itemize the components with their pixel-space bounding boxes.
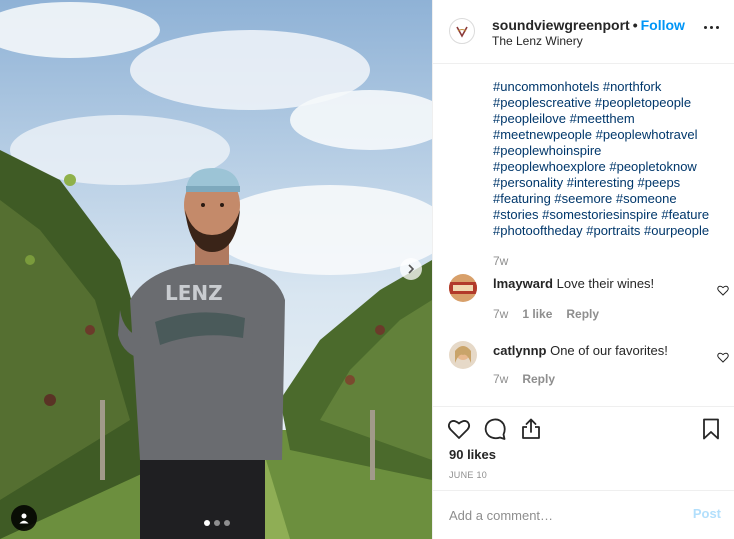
caption-line[interactable]: #uncommonhotels #northfork xyxy=(493,79,725,95)
comment-timestamp[interactable]: 7w xyxy=(493,307,508,321)
like-comment-button[interactable] xyxy=(717,350,729,368)
post-actions: 90 likes JUNE 10 xyxy=(433,406,734,490)
comment-username[interactable]: catlynnp xyxy=(493,343,546,358)
photo-illustration: LENZ xyxy=(0,0,432,539)
chevron-right-icon xyxy=(408,264,415,274)
user-photo-icon xyxy=(449,274,477,302)
like-button[interactable] xyxy=(447,417,471,446)
heart-icon xyxy=(447,420,471,439)
follow-button[interactable]: Follow xyxy=(641,17,685,33)
post-author: soundviewgreenport • Follow xyxy=(492,17,685,33)
avatar[interactable] xyxy=(449,341,477,369)
reply-button[interactable]: Reply xyxy=(566,307,599,321)
caption-line[interactable]: #peoplescreative #peopletopeople xyxy=(493,95,725,111)
avatar[interactable] xyxy=(449,274,477,302)
comment-likes[interactable]: 1 like xyxy=(522,307,552,321)
carousel-next-button[interactable] xyxy=(400,258,422,280)
caption-timestamp[interactable]: 7w xyxy=(493,254,508,268)
comment-username[interactable]: lmayward xyxy=(493,276,553,291)
comment-button[interactable] xyxy=(483,417,507,446)
comment-meta: 7w 1 like Reply xyxy=(493,307,599,321)
winery-logo-icon xyxy=(451,20,473,42)
save-button[interactable] xyxy=(699,417,723,446)
comment-body: One of our favorites! xyxy=(550,343,668,358)
comment-bubble-icon xyxy=(484,418,506,440)
like-comment-button[interactable] xyxy=(717,283,729,301)
caption-line[interactable]: #peopleilove #meetthem xyxy=(493,111,725,127)
comment-item: lmayward Love their wines! 7w 1 like Rep… xyxy=(449,274,729,324)
post-header: soundviewgreenport • Follow The Lenz Winer… xyxy=(433,0,734,64)
share-button[interactable] xyxy=(519,417,543,446)
post-date[interactable]: JUNE 10 xyxy=(449,470,487,480)
post-sidebar: soundviewgreenport • Follow The Lenz Winer… xyxy=(432,0,734,539)
post-comment-button[interactable]: Post xyxy=(693,506,721,521)
caption-line[interactable]: #featuring #seemore #someone xyxy=(493,191,725,207)
heart-icon xyxy=(717,285,729,296)
carousel-dot xyxy=(224,520,230,526)
add-comment-bar: Post xyxy=(433,490,734,539)
caption-line[interactable]: #meetnewpeople #peoplewhotravel xyxy=(493,127,725,143)
more-dot xyxy=(710,26,713,29)
comment-input[interactable] xyxy=(449,503,679,527)
more-horizontal-icon xyxy=(704,26,707,29)
separator-dot: • xyxy=(632,17,638,33)
caption-line[interactable]: #peoplewhoinspire xyxy=(493,143,725,159)
comment-text: catlynnp One of our favorites! xyxy=(493,342,668,359)
post-photo[interactable]: LENZ xyxy=(0,0,432,539)
caption-line[interactable]: #stories #somestoriesinspire #feature xyxy=(493,207,725,223)
likes-count[interactable]: 90 likes xyxy=(449,447,496,462)
comment-meta: 7w Reply xyxy=(493,372,555,386)
caption-line[interactable]: #photooftheday #portraits #ourpeople xyxy=(493,223,725,239)
svg-text:LENZ: LENZ xyxy=(165,281,223,305)
carousel-dot-active xyxy=(204,520,210,526)
post-caption: #uncommonhotels #northfork #peoplescreat… xyxy=(493,79,725,239)
caption-line[interactable]: #personality #interesting #peeps xyxy=(493,175,725,191)
carousel-dot xyxy=(214,520,220,526)
comment-body: Love their wines! xyxy=(556,276,655,291)
user-photo-icon xyxy=(449,341,477,369)
heart-icon xyxy=(717,352,729,363)
avatar[interactable] xyxy=(449,18,475,44)
comment-text: lmayward Love their wines! xyxy=(493,275,654,292)
comment-timestamp[interactable]: 7w xyxy=(493,372,508,386)
more-dot xyxy=(716,26,719,29)
carousel-dots xyxy=(204,520,230,526)
tagged-users-button[interactable] xyxy=(11,505,37,531)
username-link[interactable]: soundviewgreenport xyxy=(492,17,630,33)
location-link[interactable]: The Lenz Winery xyxy=(492,34,583,48)
user-icon xyxy=(19,513,29,524)
more-options-button[interactable] xyxy=(704,26,719,29)
comment-item: catlynnp One of our favorites! 7w Reply xyxy=(449,341,729,389)
bookmark-icon xyxy=(703,418,719,440)
caption-line[interactable]: #peoplewhoexplore #peopletoknow xyxy=(493,159,725,175)
reply-button[interactable]: Reply xyxy=(522,372,555,386)
share-icon xyxy=(522,418,540,439)
